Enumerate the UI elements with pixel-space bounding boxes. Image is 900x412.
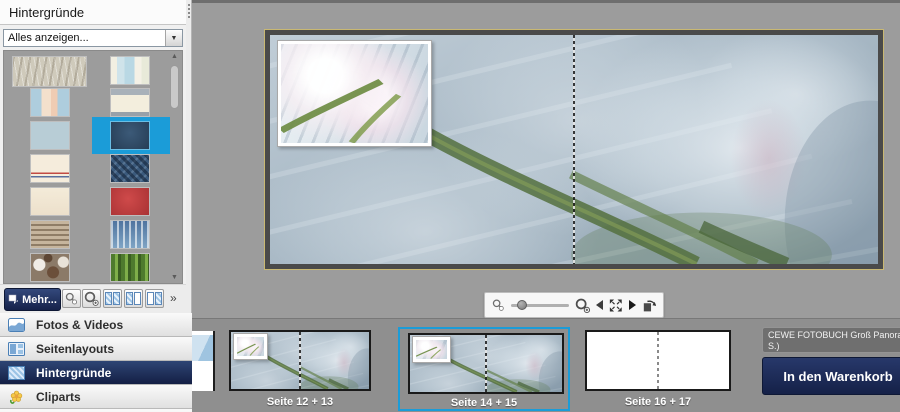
- zoom-out-icon: [65, 292, 78, 305]
- apply-both-pages-button[interactable]: [103, 289, 122, 308]
- inset-photo-image: [281, 44, 429, 143]
- apply-right-page-button[interactable]: [145, 289, 164, 308]
- background-swatch-stripes-blue-pink[interactable]: [31, 89, 69, 116]
- zoom-out-thumbnails-button[interactable]: [62, 289, 81, 308]
- background-swatch-cream-paper[interactable]: [31, 188, 69, 215]
- page-label: Seite 12 + 13: [266, 396, 334, 408]
- page-fold-line: [485, 335, 487, 392]
- page-thumb-14-15-selected[interactable]: Seite 14 + 15: [398, 327, 570, 411]
- nav-item-seitenlayouts[interactable]: Seitenlayouts: [0, 337, 192, 361]
- zoom-in-icon: [84, 291, 99, 306]
- page-thumb-image: [585, 330, 731, 391]
- background-swatch-stones[interactable]: [31, 254, 69, 281]
- cliparts-icon: [10, 390, 23, 404]
- thumb-flower-art: [231, 332, 369, 389]
- zoom-in-thumbnails-button[interactable]: [82, 289, 101, 308]
- background-swatch-dark-blue-selected[interactable]: [111, 122, 149, 149]
- panel-title: Hintergründe: [0, 0, 186, 25]
- background-filter-dropdown[interactable]: Alles anzeigen... ▼: [3, 29, 183, 47]
- scrollbar-thumb[interactable]: [170, 65, 179, 109]
- apply-left-page-button[interactable]: [124, 289, 143, 308]
- page-label: Seite 14 + 15: [450, 397, 518, 409]
- thumb-flower-art: [410, 335, 562, 392]
- page-thumb-16-17[interactable]: Seite 16 + 17: [585, 330, 731, 410]
- zoom-out-icon[interactable]: [492, 298, 505, 312]
- fit-view-icon[interactable]: [609, 298, 623, 313]
- page-fold-line: [657, 332, 659, 389]
- filter-value: Alles anzeigen...: [8, 32, 89, 44]
- background-swatch-marble[interactable]: [13, 57, 86, 86]
- tool-navigation: Fotos & Videos Seitenlayouts Hintergründ…: [0, 313, 192, 412]
- cewe-fotobuch-editor: Hintergründe Alles anzeigen... ▼ ▲ ▼ Meh…: [0, 0, 900, 412]
- zoom-slider-handle[interactable]: [516, 299, 527, 310]
- canvas-top-edge: [192, 0, 900, 3]
- page-thumb-12-13[interactable]: Seite 12 + 13: [229, 330, 371, 410]
- more-button-label: Mehr...: [22, 293, 57, 306]
- zoom-in-icon[interactable]: [575, 297, 590, 314]
- inset-photo[interactable]: [277, 40, 433, 147]
- zoom-slider[interactable]: [510, 299, 569, 310]
- backgrounds-panel: Hintergründe Alles anzeigen... ▼ ▲ ▼ Meh…: [0, 0, 192, 412]
- nav-item-cliparts[interactable]: Cliparts: [0, 385, 192, 409]
- left-page-icon: [126, 292, 141, 305]
- editor-canvas: [192, 0, 900, 318]
- inset-photo-image: [415, 340, 447, 359]
- panel-toolbar: Mehr... »: [0, 284, 186, 314]
- page-thumb-image: [408, 333, 564, 394]
- scroll-down-icon[interactable]: ▼: [168, 273, 181, 283]
- thumbnail-scrollbar[interactable]: ▲ ▼: [168, 52, 181, 283]
- product-name-line1: CEWE FOTOBUCH Groß Panorama Harde: [768, 330, 900, 340]
- page-filmstrip: Seite 12 + 13 Seite 14 + 15 Seite 16 + 1…: [192, 318, 900, 412]
- right-page-icon: [147, 292, 162, 305]
- background-swatch-red[interactable]: [111, 188, 149, 215]
- zoom-toolbar: [484, 292, 664, 318]
- chevron-down-icon[interactable]: ▼: [165, 30, 182, 46]
- nav-label: Fotos & Videos: [36, 317, 124, 332]
- product-name-line2: S.): [768, 341, 780, 351]
- background-swatch-rope[interactable]: [31, 221, 69, 248]
- photos-icon: [8, 317, 25, 332]
- more-backgrounds-button[interactable]: Mehr...: [4, 288, 61, 311]
- add-to-cart-button[interactable]: In den Warenkorb: [762, 357, 900, 395]
- both-pages-icon: [105, 292, 120, 305]
- background-swatch-blue-knit[interactable]: [111, 155, 149, 182]
- photo-arrow-icon: [8, 294, 19, 304]
- nav-label: Hintergründe: [36, 365, 112, 380]
- partial-thumb-image: [192, 335, 213, 361]
- nav-item-hintergruende[interactable]: Hintergründe: [0, 361, 192, 385]
- background-swatch-cream-lines[interactable]: [31, 155, 69, 182]
- page-label: Seite 16 + 17: [624, 396, 692, 408]
- inset-photo[interactable]: [232, 333, 268, 360]
- backgrounds-icon: [8, 365, 25, 380]
- layouts-icon: [8, 341, 25, 356]
- background-swatch-bamboo[interactable]: [111, 254, 149, 281]
- spread-background-photo[interactable]: [270, 35, 878, 264]
- previous-page-icon[interactable]: [595, 300, 603, 310]
- rotate-view-icon[interactable]: [642, 298, 656, 313]
- more-tools-chevron-icon[interactable]: »: [170, 289, 177, 308]
- background-swatch-stripes-blue-cream[interactable]: [111, 57, 149, 84]
- background-swatch-waterfall[interactable]: [111, 221, 149, 248]
- next-page-icon[interactable]: [628, 300, 636, 310]
- product-info-box: CEWE FOTOBUCH Groß Panorama Harde S.): [762, 327, 900, 353]
- inset-photo-image: [236, 337, 264, 356]
- page-thumb-partial[interactable]: [192, 331, 215, 391]
- page-fold-line: [299, 332, 301, 389]
- book-spread[interactable]: [264, 29, 884, 270]
- background-thumbnail-list: ▲ ▼: [3, 50, 183, 284]
- background-swatch-light-blue[interactable]: [31, 122, 69, 149]
- nav-label: Seitenlayouts: [36, 341, 115, 356]
- nav-item-fotos-videos[interactable]: Fotos & Videos: [0, 313, 192, 337]
- nav-label: Cliparts: [36, 389, 81, 404]
- background-swatch-cream-gray-band[interactable]: [111, 89, 149, 116]
- splitter-grip-icon: [188, 4, 190, 20]
- add-to-cart-label: In den Warenkorb: [783, 368, 893, 384]
- page-fold-line: [573, 35, 575, 264]
- scroll-up-icon[interactable]: ▲: [168, 52, 181, 62]
- page-thumb-image: [229, 330, 371, 391]
- inset-photo[interactable]: [411, 336, 451, 363]
